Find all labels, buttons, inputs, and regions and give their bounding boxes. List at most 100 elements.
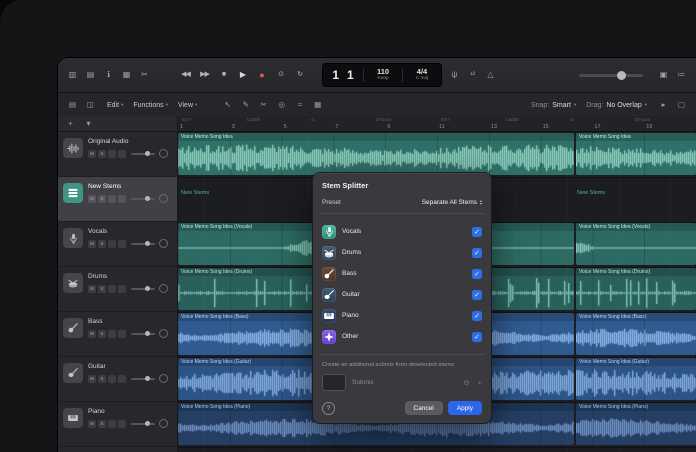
solo-button[interactable]: S: [98, 419, 106, 428]
menu-view[interactable]: View ▾: [178, 102, 197, 109]
stop-icon[interactable]: ■: [217, 68, 230, 82]
stem-checkbox[interactable]: ✓: [472, 247, 482, 258]
track-header-guitar[interactable]: Guitar M S: [58, 357, 177, 402]
solo-button[interactable]: S: [98, 194, 106, 203]
catch-icon[interactable]: ▸: [657, 98, 670, 112]
solo-button[interactable]: S: [98, 149, 106, 158]
volume-slider[interactable]: [131, 151, 155, 156]
pan-knob[interactable]: [159, 239, 168, 248]
lcd-display[interactable]: 1 1 110 Keep 4/4 C maj: [322, 63, 442, 87]
mute-button[interactable]: M: [88, 374, 96, 383]
preset-popup[interactable]: Separate All Stems ▴ ▾: [422, 198, 482, 206]
pan-knob[interactable]: [159, 194, 168, 203]
track-header-bass[interactable]: Bass M S: [58, 312, 177, 357]
audio-region[interactable]: Voice Memo Song Idea: [178, 133, 574, 175]
input-monitor-button[interactable]: [118, 239, 126, 248]
plus-icon[interactable]: +: [478, 378, 482, 387]
record-enable-button[interactable]: [108, 419, 116, 428]
solo-button[interactable]: S: [98, 284, 106, 293]
tuner-icon[interactable]: ψ: [448, 68, 461, 82]
help-button[interactable]: ?: [322, 401, 335, 415]
solo-button[interactable]: S: [98, 329, 106, 338]
input-monitor-button[interactable]: [118, 194, 126, 203]
pointer-icon[interactable]: ↖: [221, 98, 234, 112]
volume-slider[interactable]: [131, 196, 155, 201]
pencil-icon[interactable]: ✎: [239, 98, 252, 112]
record-enable-button[interactable]: [108, 284, 116, 293]
capture-icon[interactable]: ⊙: [274, 68, 287, 82]
audio-region[interactable]: Voice Memo Song Idea: [576, 133, 696, 175]
track-header-piano[interactable]: Piano M S: [58, 402, 177, 447]
volume-slider[interactable]: [131, 421, 155, 426]
record-enable-button[interactable]: [108, 149, 116, 158]
lcd-tempo[interactable]: 110 Keep: [364, 68, 402, 82]
drag-control[interactable]: Drag: No Overlap ▾: [586, 102, 647, 109]
track-header-drums[interactable]: Drums M S: [58, 267, 177, 312]
scissors-icon[interactable]: ✂: [257, 98, 270, 112]
mute-button[interactable]: M: [88, 149, 96, 158]
timeline-ruler[interactable]: 13579111315171921Em7Cadd9GD7sus4Em7Cadd9…: [178, 116, 696, 132]
waveform-view-icon[interactable]: ≈: [293, 98, 306, 112]
mixer-icon[interactable]: ▦: [120, 68, 133, 82]
cancel-button[interactable]: Cancel: [404, 401, 443, 415]
editors-icon[interactable]: ✂: [138, 68, 151, 82]
forward-icon[interactable]: ▶▶: [198, 68, 211, 82]
audio-region[interactable]: Voice Memo Song Idea (Bass): [576, 313, 696, 355]
input-monitor-button[interactable]: [118, 149, 126, 158]
stem-checkbox[interactable]: ✓: [472, 268, 482, 279]
master-volume-slider[interactable]: [579, 70, 643, 80]
list-icon[interactable]: ≔: [675, 68, 688, 82]
stem-checkbox[interactable]: ✓: [472, 310, 482, 321]
count-in-icon[interactable]: ¹²: [466, 68, 479, 82]
stem-checkbox[interactable]: ✓: [472, 226, 482, 237]
stem-checkbox[interactable]: ✓: [472, 289, 482, 300]
input-monitor-button[interactable]: [118, 374, 126, 383]
play-icon[interactable]: ▶: [236, 68, 249, 82]
inspector-icon[interactable]: ℹ: [102, 68, 115, 82]
mute-button[interactable]: M: [88, 194, 96, 203]
grid-view-icon[interactable]: ▦: [311, 98, 324, 112]
menu-edit[interactable]: Edit ▾: [107, 102, 123, 109]
record-enable-button[interactable]: [108, 194, 116, 203]
track-filter-icon[interactable]: ▾: [82, 117, 95, 131]
pan-knob[interactable]: [159, 419, 168, 428]
overview-icon[interactable]: ▢: [675, 98, 688, 112]
audio-region[interactable]: Voice Memo Song Idea (Piano): [576, 403, 696, 445]
track-header-vocals[interactable]: Vocals M S: [58, 222, 177, 267]
pan-knob[interactable]: [159, 149, 168, 158]
audio-region[interactable]: Voice Memo Song Idea (Guitar): [576, 358, 696, 400]
mute-button[interactable]: M: [88, 329, 96, 338]
pan-knob[interactable]: [159, 374, 168, 383]
apply-button[interactable]: Apply: [447, 401, 482, 415]
pan-knob[interactable]: [159, 284, 168, 293]
global-tracks-icon[interactable]: ◫: [84, 98, 97, 112]
record-enable-button[interactable]: [108, 329, 116, 338]
record-enable-button[interactable]: [108, 239, 116, 248]
mute-button[interactable]: M: [88, 239, 96, 248]
input-monitor-button[interactable]: [118, 419, 126, 428]
track-options-icon[interactable]: ▤: [66, 98, 79, 112]
sidebar-icon[interactable]: ▥: [66, 68, 79, 82]
stem-checkbox[interactable]: ✓: [472, 331, 482, 342]
display-mode-icon[interactable]: ▣: [657, 68, 670, 82]
mute-button[interactable]: M: [88, 284, 96, 293]
cycle-icon[interactable]: ↻: [293, 68, 306, 82]
record-icon[interactable]: ●: [255, 68, 268, 82]
record-enable-button[interactable]: [108, 374, 116, 383]
volume-slider[interactable]: [131, 376, 155, 381]
menu-functions[interactable]: Functions ▾: [133, 102, 168, 109]
solo-button[interactable]: S: [98, 239, 106, 248]
audio-region[interactable]: Voice Memo Song Idea (Drums): [576, 268, 696, 310]
lcd-timesig[interactable]: 4/4 C maj: [403, 68, 441, 82]
pan-knob[interactable]: [159, 329, 168, 338]
audio-region[interactable]: Voice Memo Song Idea (Vocals): [576, 223, 696, 265]
input-monitor-button[interactable]: [118, 284, 126, 293]
mute-button[interactable]: M: [88, 419, 96, 428]
library-icon[interactable]: ▤: [84, 68, 97, 82]
volume-slider[interactable]: [131, 286, 155, 291]
solo-button[interactable]: S: [98, 374, 106, 383]
zoom-icon[interactable]: ◎: [275, 98, 288, 112]
track-header-original-audio[interactable]: Original Audio M S: [58, 132, 177, 177]
add-track-icon[interactable]: +: [64, 117, 77, 131]
rewind-icon[interactable]: ◀◀: [179, 68, 192, 82]
